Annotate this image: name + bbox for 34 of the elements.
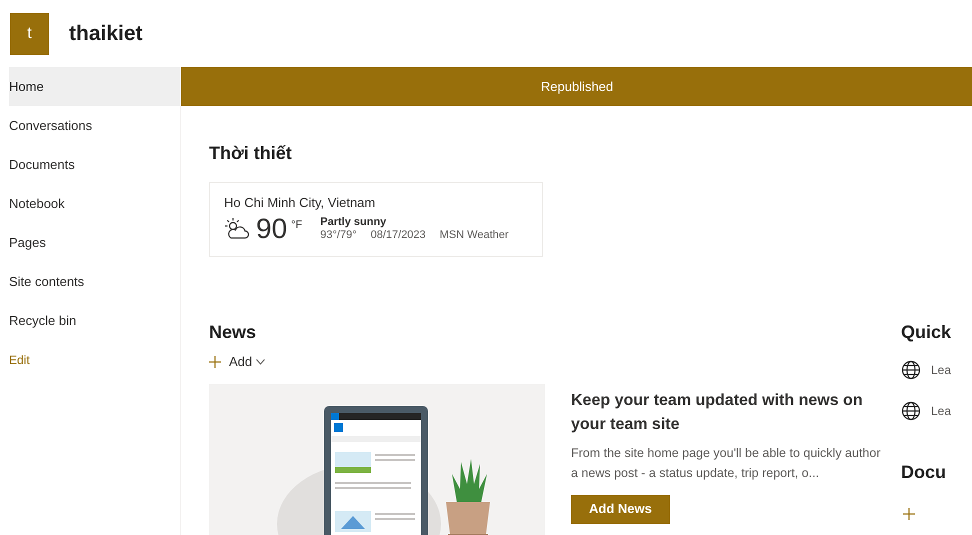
section-heading: News: [209, 321, 258, 344]
nav-link[interactable]: Documents: [9, 145, 180, 184]
weather-date: 08/17/2023: [370, 228, 426, 242]
weather-condition: Partly sunny: [320, 216, 388, 228]
nav-link[interactable]: Recycle bin: [9, 301, 180, 340]
news-card-title: Keep your team updated with news on your team site: [571, 390, 864, 434]
temperature-value: 90: [256, 214, 288, 242]
weather-location: Ho Chi Minh City, Vietnam: [224, 194, 376, 212]
chevron-down-icon: [256, 358, 266, 365]
news-card-description: From the site home page you'll be able to quickly author a news post - a status update, trip report, o...: [571, 444, 881, 482]
globe-icon: [901, 401, 921, 421]
section-heading: Quick: [901, 321, 952, 344]
status-banner: Republished: [181, 67, 972, 106]
nav-link[interactable]: Notebook: [9, 184, 180, 223]
weather-source: MSN Weather: [440, 228, 509, 242]
nav-link[interactable]: Site contents: [9, 262, 180, 301]
globe-icon: [901, 360, 921, 380]
nav-link[interactable]: Conversations: [9, 106, 180, 145]
quick-link[interactable]: Lea: [901, 401, 971, 421]
plus-icon[interactable]: [903, 508, 915, 520]
temperature-range: 93°/79°: [320, 228, 357, 242]
section-heading: Thời thiết: [209, 142, 293, 165]
add-news-menu[interactable]: Add: [209, 352, 266, 372]
site-logo[interactable]: t: [10, 12, 49, 54]
section-heading: Docu: [901, 461, 947, 484]
partly-sunny-icon: [224, 216, 250, 240]
nav-link[interactable]: Home: [9, 67, 180, 106]
edit-link[interactable]: Edit: [9, 340, 180, 379]
site-title[interactable]: thaikiet: [69, 18, 143, 50]
plus-icon: [209, 356, 221, 368]
quick-link[interactable]: Lea: [901, 360, 971, 380]
nav-link[interactable]: Pages: [9, 223, 180, 262]
temperature-unit: °F: [291, 218, 302, 232]
add-news-button[interactable]: Add News: [571, 494, 670, 524]
